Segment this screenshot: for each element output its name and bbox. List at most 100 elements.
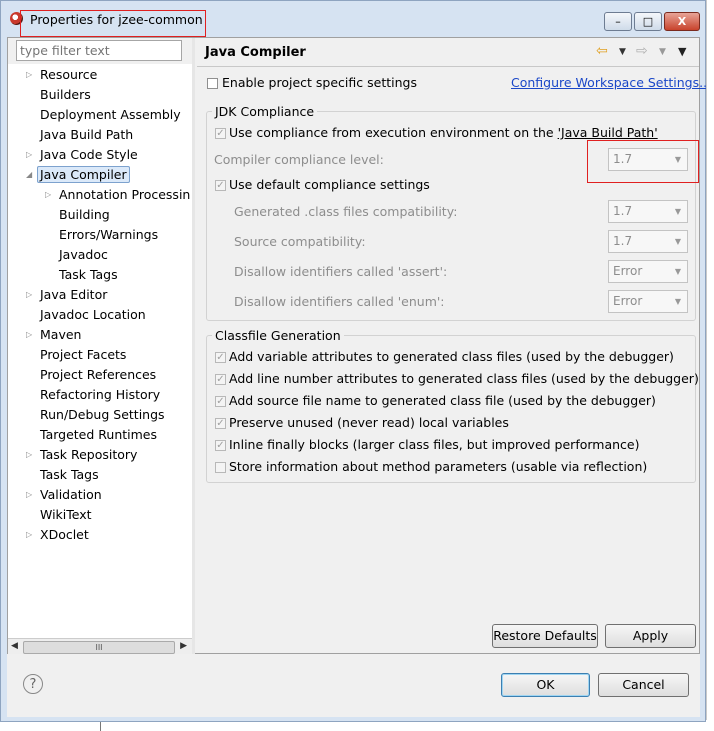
tree-expand-icon[interactable]: ▷ [26, 486, 34, 504]
scroll-thumb[interactable]: III [23, 641, 175, 654]
tree-item[interactable]: Task Tags [59, 266, 118, 284]
opt-variable-label: Add variable attributes to generated cla… [229, 349, 674, 364]
maximize-button[interactable]: □ [634, 12, 662, 31]
opt-inline-checkbox[interactable]: ✓ [215, 440, 226, 451]
tree-item[interactable]: Deployment Assembly [40, 106, 181, 124]
enum-label: Disallow identifiers called 'enum': [234, 294, 445, 309]
dialog-client-area: ▷ Resource Builders Deployment Assembly Java… [7, 37, 711, 655]
tree-item-label: Deployment Assembly [40, 107, 181, 122]
compliance-level-label: Compiler compliance level: [214, 152, 384, 167]
enable-specific-label: Enable project specific settings [222, 75, 417, 90]
tree-item[interactable]: Maven [40, 326, 81, 344]
tree-item[interactable]: Javadoc Location [40, 306, 146, 324]
tree-item[interactable]: Java Compiler [37, 166, 130, 184]
jdk-compliance-title: JDK Compliance [212, 104, 318, 119]
tree-item[interactable]: Project References [40, 366, 156, 384]
opt-source-label: Add source file name to generated class … [229, 393, 656, 408]
page-title: Java Compiler [205, 45, 306, 60]
tree-item[interactable]: Javadoc [59, 246, 108, 264]
tree-item[interactable]: Java Build Path [40, 126, 133, 144]
scroll-left-icon[interactable]: ◀ [11, 641, 18, 651]
help-icon[interactable]: ? [23, 674, 43, 694]
apply-button[interactable]: Apply [605, 624, 696, 648]
use-compliance-label: Use compliance from execution environmen… [229, 125, 658, 140]
back-arrow-icon[interactable]: ⇦ [596, 43, 608, 59]
tree-expand-icon[interactable]: ◢ [26, 166, 34, 184]
configure-workspace-link[interactable]: Configure Workspace Settings... [511, 75, 711, 90]
tree-item-label: Java Editor [40, 287, 108, 302]
source-compat-label: Source compatibility: [234, 234, 366, 249]
opt-source-checkbox[interactable]: ✓ [215, 396, 226, 407]
tree-item[interactable]: Java Editor [40, 286, 107, 304]
generated-compat-select[interactable]: 1.7 ▼ [608, 200, 688, 223]
tree-item[interactable]: WikiText [40, 506, 92, 524]
sash-divider[interactable] [192, 38, 195, 654]
tree-item[interactable]: XDoclet [40, 526, 89, 544]
tree-expand-icon[interactable]: ▷ [26, 286, 34, 304]
opt-variable-checkbox[interactable]: ✓ [215, 352, 226, 363]
tree-expand-icon[interactable]: ▷ [45, 186, 53, 204]
enable-specific-checkbox[interactable] [207, 78, 218, 89]
tree-item[interactable]: Task Repository [40, 446, 137, 464]
tree-expand-icon[interactable]: ▷ [26, 146, 34, 164]
title-highlight-box [20, 10, 206, 37]
close-button[interactable]: X [664, 12, 700, 31]
generated-compat-label: Generated .class files compatibility: [234, 204, 458, 219]
tree-item[interactable]: Validation [40, 486, 102, 504]
tree-item[interactable]: Refactoring History [40, 386, 160, 404]
tree-item-label: Refactoring History [40, 387, 161, 402]
background-window-border [706, 0, 707, 720]
title-bar[interactable]: Properties for jzee-common – □ X [1, 1, 705, 37]
tree-expand-icon[interactable]: ▷ [26, 446, 34, 464]
opt-store-checkbox[interactable] [215, 462, 226, 473]
enum-select[interactable]: Error ▼ [608, 290, 688, 313]
tree-item[interactable]: Resource [40, 66, 97, 84]
minimize-button[interactable]: – [604, 12, 632, 31]
tree-item[interactable]: Building [59, 206, 110, 224]
tree-item-label: Annotation Processin [59, 187, 191, 202]
use-default-checkbox[interactable]: ✓ [215, 180, 226, 191]
tree-item-label: Targeted Runtimes [40, 427, 157, 442]
view-menu-icon[interactable]: ▼ [678, 45, 686, 58]
cancel-button[interactable]: Cancel [598, 673, 689, 697]
tree-item-label: Run/Debug Settings [40, 407, 165, 422]
opt-preserve-label: Preserve unused (never read) local varia… [229, 415, 509, 430]
classfile-generation-title: Classfile Generation [212, 328, 344, 343]
restore-defaults-button[interactable]: Restore Defaults [492, 624, 598, 648]
opt-line-label: Add line number attributes to generated … [229, 371, 699, 386]
tree-item[interactable]: Targeted Runtimes [40, 426, 157, 444]
opt-preserve-checkbox[interactable]: ✓ [215, 418, 226, 429]
tree-item-label: Java Code Style [40, 147, 138, 162]
back-dropdown-icon[interactable]: ▼ [619, 47, 626, 57]
ok-button[interactable]: OK [501, 673, 590, 697]
tree-horizontal-scrollbar[interactable]: ◀ III ▶ [8, 638, 192, 655]
tree-item[interactable]: Project Facets [40, 346, 126, 364]
assert-select[interactable]: Error ▼ [608, 260, 688, 283]
tree-expand-icon[interactable]: ▷ [26, 326, 34, 344]
tree-expand-icon[interactable]: ▷ [26, 526, 34, 544]
dialog-button-bar: ? OK Cancel [7, 654, 700, 717]
opt-inline-label: Inline finally blocks (larger class file… [229, 437, 640, 452]
tree-item-label: Task Tags [40, 467, 99, 482]
background-divider [100, 722, 101, 731]
tree-item[interactable]: Annotation Processin [59, 186, 190, 204]
tree-item-label: Project References [40, 367, 157, 382]
tree-item-label: Javadoc [59, 247, 108, 262]
opt-store-label: Store information about method parameter… [229, 459, 648, 474]
compliance-highlight-box [587, 140, 699, 183]
tree-item[interactable]: Java Code Style [40, 146, 138, 164]
tree-item[interactable]: Task Tags [40, 466, 99, 484]
tree-item[interactable]: Run/Debug Settings [40, 406, 165, 424]
tree-expand-icon[interactable]: ▷ [26, 66, 34, 84]
source-compat-select[interactable]: 1.7 ▼ [608, 230, 688, 253]
forward-dropdown-icon[interactable]: ▼ [659, 47, 666, 57]
opt-line-checkbox[interactable]: ✓ [215, 374, 226, 385]
scroll-right-icon[interactable]: ▶ [180, 641, 187, 651]
use-compliance-checkbox[interactable]: ✓ [215, 128, 226, 139]
filter-input[interactable] [16, 40, 182, 61]
tree-item[interactable]: Builders [40, 86, 91, 104]
header-separator [197, 66, 699, 67]
forward-arrow-icon[interactable]: ⇨ [636, 43, 648, 59]
tree-item-label: XDoclet [40, 527, 89, 542]
tree-item[interactable]: Errors/Warnings [59, 226, 158, 244]
